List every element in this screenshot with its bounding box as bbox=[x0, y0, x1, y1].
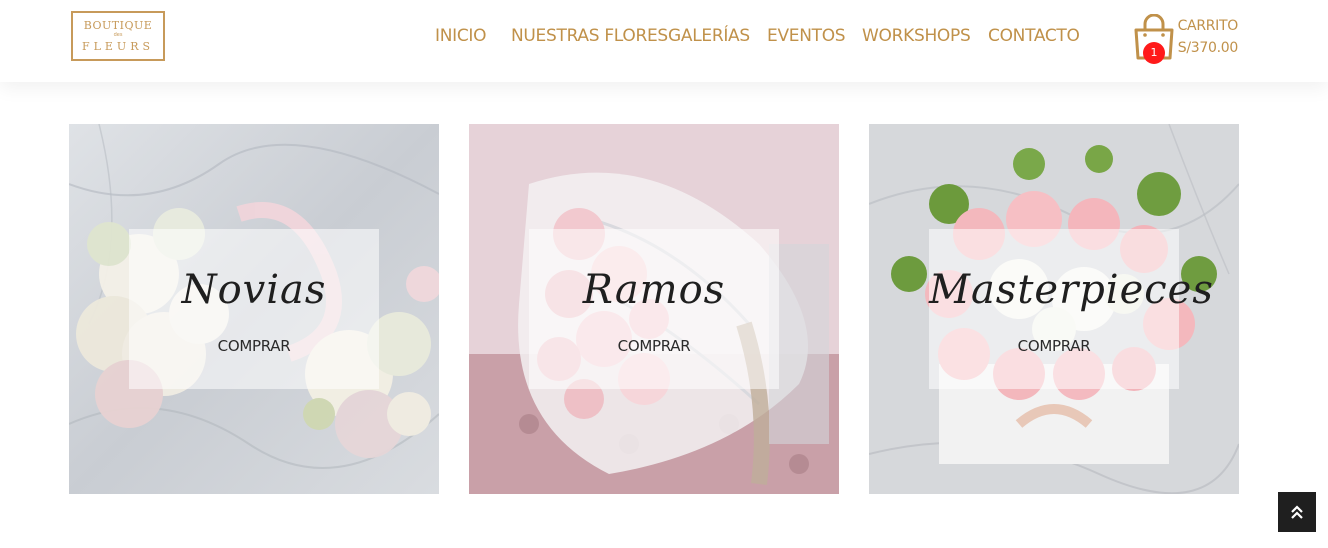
nav-item-nuestras-flores[interactable]: NUESTRAS FLORES bbox=[511, 26, 668, 46]
nav-item-inicio[interactable]: INICIO bbox=[435, 26, 487, 46]
nav-item-workshops[interactable]: WORKSHOPS bbox=[862, 26, 971, 46]
scroll-top-button[interactable] bbox=[1278, 492, 1316, 532]
site-header: BOUTIQUE des FLEURS INICIO NUESTRAS FLOR… bbox=[0, 0, 1328, 82]
comprar-link[interactable]: COMPRAR bbox=[529, 337, 779, 355]
brand-logo[interactable]: BOUTIQUE des FLEURS bbox=[71, 11, 165, 61]
category-card-novias[interactable]: Novias COMPRAR bbox=[69, 124, 439, 494]
logo-line-3: FLEURS bbox=[81, 40, 155, 53]
card-overlay: Masterpieces COMPRAR bbox=[929, 229, 1214, 389]
cart-count-badge: 1 bbox=[1143, 42, 1165, 64]
card-overlay: Ramos COMPRAR bbox=[529, 229, 779, 389]
cart-label[interactable]: CARRITO bbox=[1178, 18, 1239, 34]
category-card-ramos[interactable]: Ramos COMPRAR bbox=[469, 124, 839, 494]
cart-total[interactable]: S/370.00 bbox=[1178, 40, 1239, 56]
card-title: Masterpieces bbox=[929, 267, 1214, 313]
double-chevron-up-icon bbox=[1291, 505, 1303, 519]
logo-line-2: des bbox=[113, 32, 123, 38]
comprar-link[interactable]: COMPRAR bbox=[929, 337, 1179, 355]
logo-line-1: BOUTIQUE bbox=[83, 19, 153, 32]
category-card-masterpieces[interactable]: Masterpieces COMPRAR bbox=[869, 124, 1239, 494]
card-title: Novias bbox=[181, 267, 327, 313]
nav-item-galerias[interactable]: GALERÍAS bbox=[668, 26, 750, 46]
card-overlay: Novias COMPRAR bbox=[129, 229, 379, 389]
card-title: Ramos bbox=[582, 267, 726, 313]
nav-item-eventos[interactable]: EVENTOS bbox=[767, 26, 846, 46]
nav-item-contacto[interactable]: CONTACTO bbox=[988, 26, 1080, 46]
comprar-link[interactable]: COMPRAR bbox=[129, 337, 379, 355]
